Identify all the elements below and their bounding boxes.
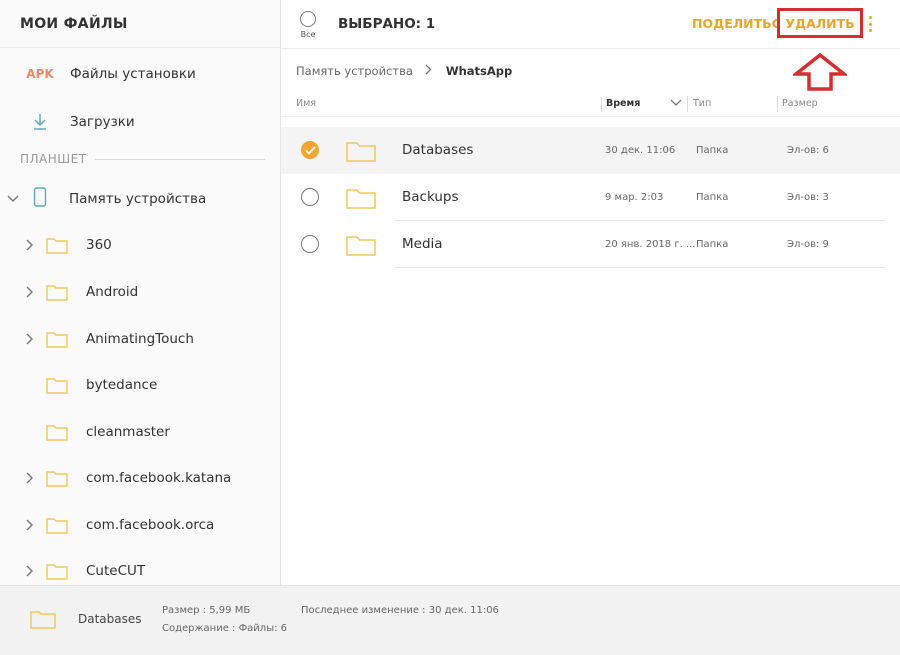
folder-icon [46,238,68,254]
folder-icon [46,378,68,394]
file-size: Эл-ов: 9 [787,239,829,250]
column-time[interactable]: Время [606,98,640,109]
file-name: Databases [402,142,474,158]
tree-folder-bytedance[interactable]: bytedance [0,370,280,400]
details-bar: Databases Размер : 5,99 МБ Содержание : … [0,585,900,655]
file-type: Папка [696,145,729,156]
details-size: Размер : 5,99 МБ [162,605,251,616]
file-time: 20 янв. 2018 г. ... [605,239,696,250]
tree-folder-android[interactable]: Android [0,277,280,307]
details-modified: Последнее изменение : 30 дек. 11:06 [301,605,499,616]
file-row-backups[interactable]: Backups 9 мар. 2:03 Папка Эл-ов: 3 [281,174,900,221]
sidebar-item-device-storage[interactable]: Память устройства [0,184,280,214]
file-size: Эл-ов: 6 [787,145,829,156]
phone-icon [33,187,47,211]
column-name[interactable]: Имя [296,98,316,109]
section-label: ПЛАНШЕТ [20,152,87,166]
app-title: МОИ ФАЙЛЫ [0,0,280,48]
sidebar-item-label: Память устройства [69,191,207,207]
tree-folder-label: 360 [86,237,112,253]
delete-button-label: УДАЛИТЬ [785,15,855,31]
selected-count: ВЫБРАНО: 1 [338,16,436,32]
file-type: Папка [696,239,729,250]
file-row-databases[interactable]: Databases 30 дек. 11:06 Папка Эл-ов: 6 [281,127,900,174]
file-row-media[interactable]: Media 20 янв. 2018 г. ... Папка Эл-ов: 9 [281,221,900,268]
select-all-label: Все [300,30,316,39]
share-button[interactable]: ПОДЕЛИТЬСЯ [692,16,790,31]
details-name: Databases [78,612,142,626]
more-options-icon[interactable] [869,16,873,32]
column-header: Имя Время Тип Размер [281,92,900,117]
breadcrumb-root[interactable]: Память устройства [296,64,413,78]
sidebar-item-downloads[interactable]: Загрузки [20,113,135,131]
sidebar-item-label: Загрузки [70,114,135,130]
chevron-right-icon[interactable] [24,239,36,251]
chevron-down-icon[interactable] [670,99,682,110]
folder-icon [46,471,68,487]
breadcrumb-current: WhatsApp [445,64,513,78]
main-panel: Все ВЫБРАНО: 1 ПОДЕЛИТЬСЯ УДАЛИТЬ Память… [281,0,900,585]
apk-icon: APK [26,67,54,81]
select-all-checkbox[interactable]: Все [298,11,318,45]
folder-icon [346,236,376,256]
file-time: 30 дек. 11:06 [605,145,676,156]
details-contents: Содержание : Файлы: 6 [162,623,287,634]
column-type[interactable]: Тип [693,98,711,109]
folder-icon [46,425,68,441]
sidebar-item-installation-files[interactable]: APK Файлы установки [20,66,196,82]
tree-folder-label: cleanmaster [86,424,170,440]
row-checkbox[interactable] [301,235,319,253]
folder-icon [46,564,68,580]
tree-folder-label: bytedance [86,377,158,393]
folder-icon [30,611,56,629]
file-name: Backups [402,189,459,205]
tree-folder-360[interactable]: 360 [0,230,280,260]
tree-folder-animatingtouch[interactable]: AnimatingTouch [0,324,280,354]
file-size: Эл-ов: 3 [787,192,829,203]
chevron-right-icon[interactable] [24,472,36,484]
checkmark-icon [304,145,316,155]
circle-icon [300,11,316,27]
tree-folder-cleanmaster[interactable]: cleanmaster [0,417,280,447]
selection-toolbar: Все ВЫБРАНО: 1 ПОДЕЛИТЬСЯ УДАЛИТЬ [281,0,900,49]
breadcrumb: Память устройства WhatsApp [296,64,512,78]
chevron-down-icon[interactable] [7,195,19,203]
chevron-right-icon[interactable] [24,519,36,531]
file-name: Media [402,236,443,252]
tree-folder-cutecut[interactable]: CuteCUT [0,556,280,586]
file-time: 9 мар. 2:03 [605,192,664,203]
file-type: Папка [696,192,729,203]
sidebar-item-label: Файлы установки [70,66,196,82]
folder-icon [46,285,68,301]
download-icon [20,113,60,131]
chevron-right-icon[interactable] [24,286,36,298]
sidebar: МОИ ФАЙЛЫ APK Файлы установки Загрузки П… [0,0,281,585]
arrow-up-icon [793,52,847,91]
chevron-right-icon [425,64,432,78]
column-size[interactable]: Размер [782,98,818,109]
chevron-right-icon[interactable] [24,333,36,345]
tree-folder-label: CuteCUT [86,563,146,579]
row-checkbox[interactable] [301,188,319,206]
folder-icon [346,189,376,209]
tree-folder-label: com.facebook.katana [86,470,232,486]
tree-folder-label: com.facebook.orca [86,517,215,533]
delete-button[interactable]: УДАЛИТЬ [777,8,863,38]
chevron-right-icon[interactable] [24,565,36,577]
section-header-tablet: ПЛАНШЕТ [20,152,265,166]
tree-folder-com-facebook-orca[interactable]: com.facebook.orca [0,510,280,540]
row-checkbox[interactable] [301,141,319,159]
folder-icon [46,518,68,534]
tree-folder-com-facebook-katana[interactable]: com.facebook.katana [0,463,280,493]
folder-icon [46,332,68,348]
tree-folder-label: Android [86,284,139,300]
folder-icon [346,142,376,162]
tree-folder-label: AnimatingTouch [86,331,194,347]
